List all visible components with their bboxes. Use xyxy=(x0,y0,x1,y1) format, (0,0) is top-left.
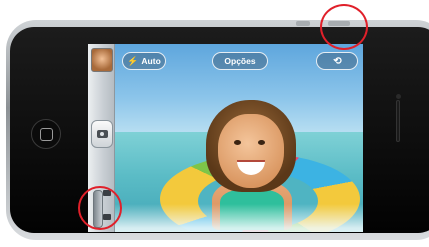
last-photo-thumbnail[interactable] xyxy=(91,48,113,72)
earpiece-speaker xyxy=(396,100,400,142)
photo-girl-face xyxy=(218,114,284,188)
photo-eye-left xyxy=(234,140,241,145)
front-camera-icon xyxy=(396,94,401,99)
options-label: Opções xyxy=(224,56,256,66)
mute-switch[interactable] xyxy=(296,21,310,26)
photo-eye-right xyxy=(258,140,265,145)
shutter-button[interactable] xyxy=(91,120,113,148)
flash-button[interactable]: ⚡ Auto xyxy=(122,52,166,70)
switch-camera-button[interactable]: ⟲ xyxy=(316,52,358,70)
photo-foam xyxy=(88,204,363,232)
flash-icon: ⚡ xyxy=(127,55,139,66)
home-square-icon xyxy=(40,128,53,141)
options-button[interactable]: Opções xyxy=(212,52,268,70)
home-button[interactable] xyxy=(31,119,61,149)
camera-viewfinder[interactable]: ⚡ Auto Opções ⟲ xyxy=(88,44,363,232)
highlight-circle-bottom xyxy=(78,186,122,230)
switch-camera-icon: ⟲ xyxy=(333,55,341,67)
highlight-circle-top xyxy=(320,4,368,50)
camera-icon xyxy=(96,130,108,138)
flash-label: Auto xyxy=(141,56,161,66)
